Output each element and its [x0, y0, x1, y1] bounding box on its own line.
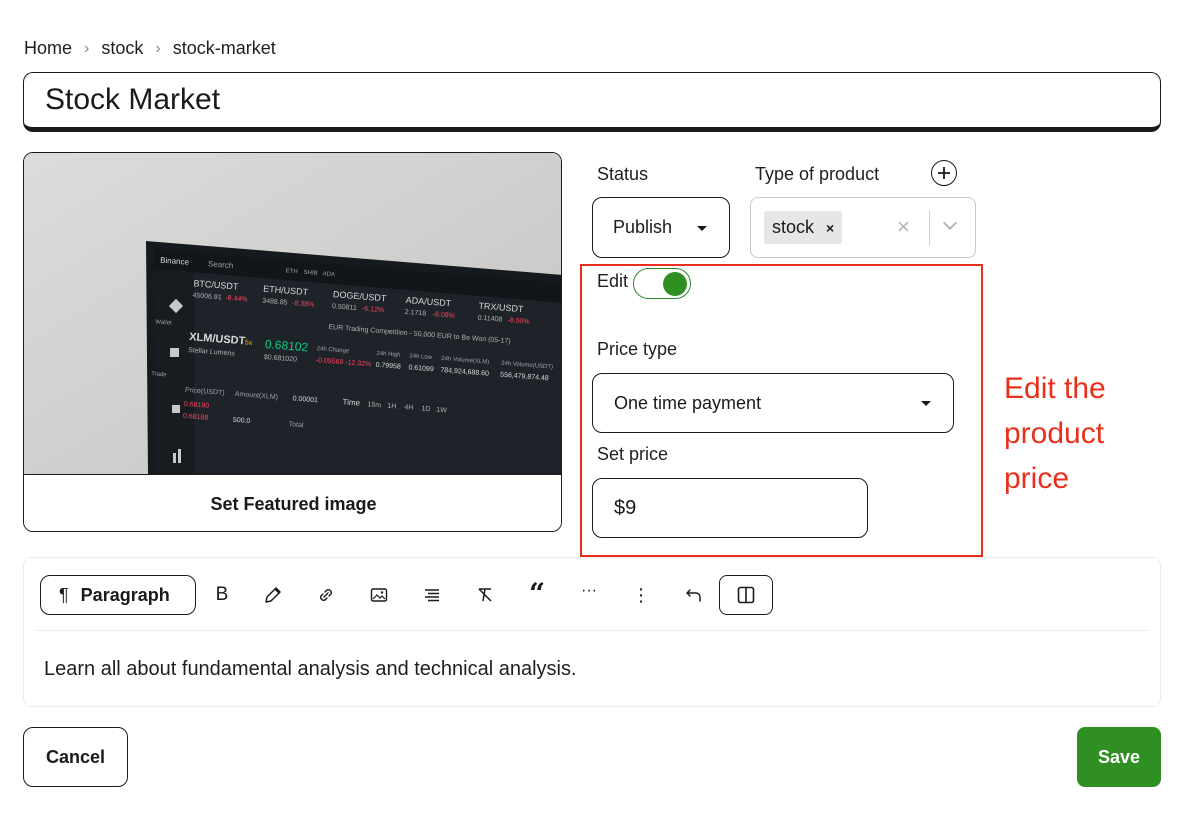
title-input[interactable]: Stock Market [23, 72, 1161, 132]
clear-selection-icon[interactable]: × [897, 214, 910, 240]
set-featured-image-button[interactable]: Set Featured image [24, 474, 561, 531]
select-divider [929, 210, 930, 246]
save-button[interactable]: Save [1077, 727, 1161, 787]
ellipsis-icon[interactable]: ··· [576, 578, 602, 604]
block-type-label: Paragraph [80, 584, 170, 605]
svg-text:15m: 15m [367, 401, 381, 409]
rich-text-editor: ¶ Paragraph B “ ··· ⋮ Learn all about fu… [23, 557, 1161, 707]
edit-toggle[interactable] [633, 268, 691, 299]
add-type-plus-icon[interactable] [931, 160, 957, 186]
plus-circle-icon [938, 167, 950, 179]
toggle-knob [663, 272, 687, 296]
product-type-chip: stock × [764, 211, 843, 244]
breadcrumb: Home › stock › stock-market [24, 38, 276, 59]
annotation-text: Edit the product price [1004, 366, 1154, 501]
breadcrumb-separator: › [84, 39, 90, 57]
annotation-line: Edit the [1004, 372, 1106, 405]
chip-label: stock [772, 217, 815, 237]
editor-content[interactable]: Learn all about fundamental analysis and… [44, 658, 577, 681]
type-of-product-label: Type of product [755, 164, 880, 184]
svg-text:1W: 1W [436, 407, 447, 415]
caret-down-icon [697, 226, 707, 231]
align-icon[interactable] [419, 582, 445, 608]
editor-toolbar: ¶ Paragraph [40, 575, 196, 615]
cancel-button[interactable]: Cancel [23, 727, 128, 787]
edit-label: Edit [597, 271, 629, 291]
image-icon[interactable] [366, 582, 392, 608]
svg-text:ETH: ETH [285, 268, 297, 275]
chip-remove-icon[interactable]: × [826, 220, 834, 236]
svg-text:500.0: 500.0 [233, 417, 251, 425]
status-value: Publish [613, 217, 673, 237]
svg-text:4H: 4H [404, 404, 413, 412]
svg-text:1D: 1D [421, 405, 430, 413]
svg-text:SHIB: SHIB [303, 270, 317, 277]
annotation-line: product [1004, 417, 1105, 450]
price-input[interactable] [592, 478, 868, 538]
monitor-photo: Binance Search ETH SHIB ADA BTC/USDT 450… [24, 153, 561, 474]
svg-text:5x: 5x [245, 339, 253, 347]
sidebar-icon [737, 586, 755, 604]
link-icon[interactable] [313, 582, 339, 608]
annotation-line: price [1004, 462, 1070, 495]
quote-icon[interactable]: “ [524, 577, 550, 610]
status-label: Status [597, 164, 649, 184]
bold-icon[interactable]: B [209, 582, 235, 608]
clear-format-icon[interactable] [472, 582, 498, 608]
price-type-label: Price type [597, 339, 678, 359]
breadcrumb-stock[interactable]: stock [101, 38, 143, 59]
set-price-label: Set price [597, 444, 669, 464]
vertical-dots-icon[interactable]: ⋮ [628, 582, 654, 608]
editor-divider [34, 630, 1150, 631]
caret-down-icon [921, 401, 931, 406]
svg-text:Time: Time [342, 397, 361, 407]
svg-text:Trade: Trade [151, 371, 168, 378]
type-of-product-select[interactable]: stock × × [750, 197, 976, 258]
pencil-icon[interactable] [260, 582, 286, 608]
chevron-down-icon[interactable] [942, 215, 958, 231]
block-type-button[interactable]: ¶ Paragraph [40, 575, 196, 615]
pilcrow-icon: ¶ [59, 584, 69, 605]
featured-image: Binance Search ETH SHIB ADA BTC/USDT 450… [24, 153, 561, 474]
svg-text:ADA: ADA [322, 271, 335, 278]
undo-icon[interactable] [681, 582, 707, 608]
price-type-select[interactable]: One time payment [592, 373, 954, 433]
price-type-value: One time payment [614, 392, 762, 413]
svg-text:Total: Total [288, 421, 304, 429]
svg-text:1H: 1H [387, 403, 396, 411]
sidebar-toggle-button[interactable] [719, 575, 773, 615]
status-select[interactable]: Publish [592, 197, 730, 258]
breadcrumb-home[interactable]: Home [24, 38, 72, 59]
breadcrumb-separator: › [155, 39, 161, 57]
featured-image-card: Binance Search ETH SHIB ADA BTC/USDT 450… [23, 152, 562, 532]
breadcrumb-current: stock-market [172, 38, 276, 58]
